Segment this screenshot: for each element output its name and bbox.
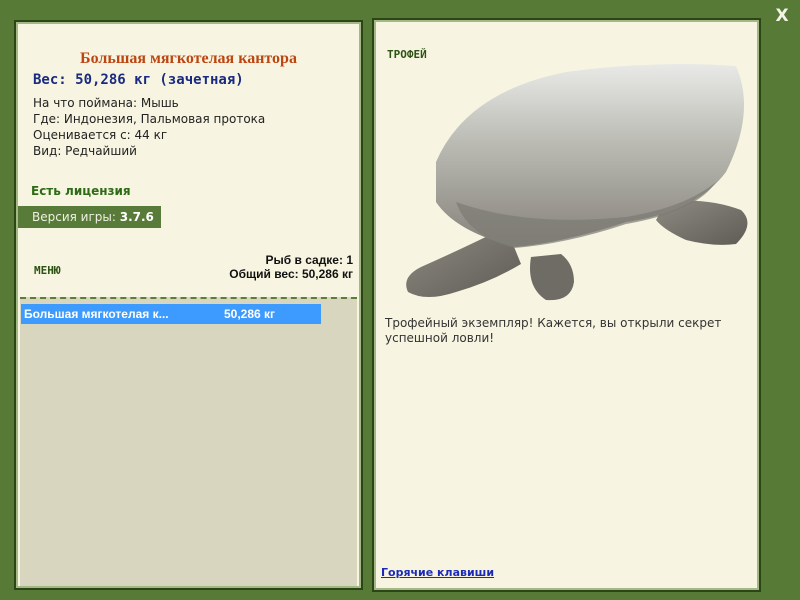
version-badge: Версия игры: 3.7.6: [18, 206, 161, 228]
location-info: Где: Индонезия, Пальмовая протока: [33, 112, 266, 126]
close-button[interactable]: X: [772, 6, 792, 26]
hotkeys-link[interactable]: Горячие клавиши: [381, 566, 494, 579]
fish-weight: Вес: 50,286 кг (зачетная): [33, 72, 244, 88]
bait-info: На что поймана: Мышь: [33, 96, 179, 110]
fish-title: Большая мягкотелая кантора: [80, 50, 297, 67]
fish-info-panel: Большая мягкотелая кантора Вес: 50,286 к…: [14, 20, 363, 590]
rating-info: Оценивается с: 44 кг: [33, 128, 168, 142]
version-label: Версия игры:: [32, 210, 116, 224]
keepnet-total-weight: Общий вес: 50,286 кг: [229, 267, 353, 281]
menu-button[interactable]: МЕНЮ: [34, 264, 61, 277]
trophy-description: Трофейный экземпляр! Кажется, вы открыли…: [385, 316, 722, 345]
trophy-panel: ТРОФЕЙ Трофейный экземпляр! Кажется, вы …: [372, 18, 761, 592]
fish-list-item-selected[interactable]: Большая мягкотелая к... 50,286 кг: [21, 304, 321, 324]
keepnet-count: Рыб в садке: 1: [265, 253, 353, 267]
fish-list-item-weight: 50,286 кг: [224, 307, 276, 321]
fish-list-item-name: Большая мягкотелая к...: [24, 307, 169, 321]
license-status: Есть лицензия: [31, 184, 131, 198]
version-value: 3.7.6: [119, 210, 154, 224]
softshell-turtle-image: [406, 64, 748, 301]
fish-list: [20, 297, 357, 586]
rarity-info: Вид: Редчайший: [33, 144, 137, 158]
